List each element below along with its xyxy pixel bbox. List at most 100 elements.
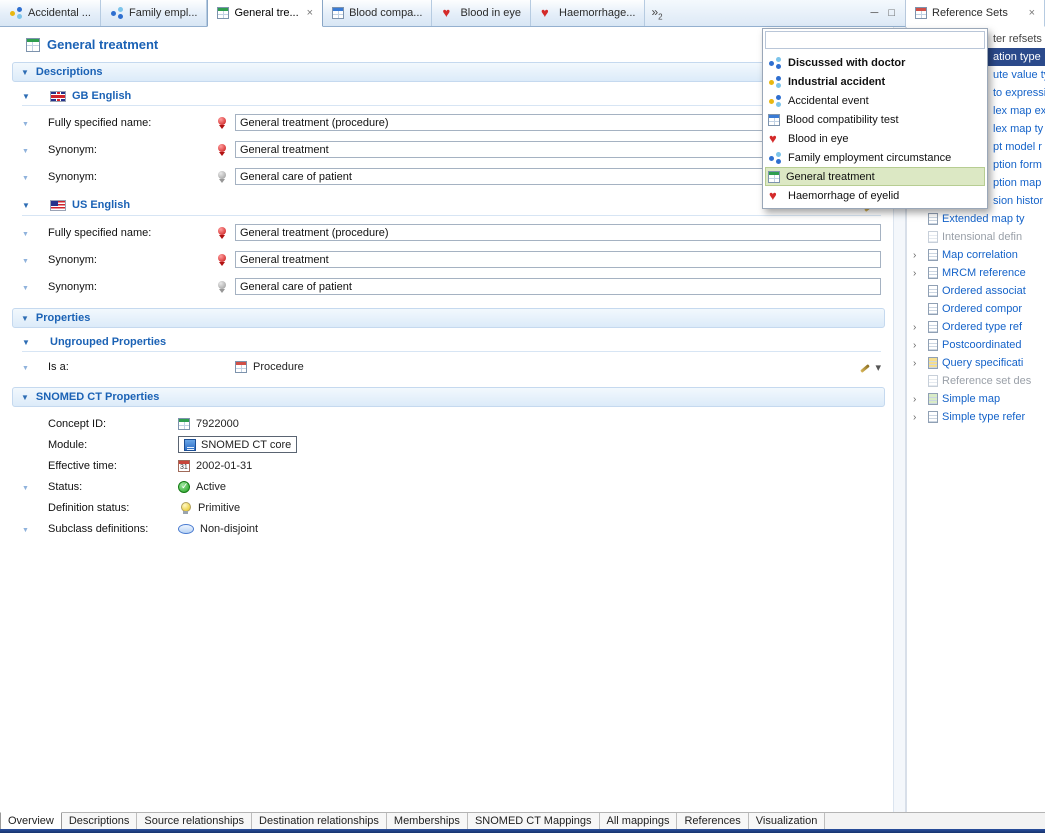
expand-chevron-icon[interactable] bbox=[913, 322, 924, 333]
tab-blood-compatibility[interactable]: Blood compa... bbox=[323, 0, 432, 26]
editor-content: General treatment Descriptions GB Englis… bbox=[0, 27, 893, 812]
property-value: SNOMED CT core bbox=[201, 439, 291, 451]
section-descriptions[interactable]: Descriptions bbox=[12, 62, 885, 82]
tab-overflow-chevron[interactable]: »2 bbox=[645, 5, 668, 21]
concept-table-icon bbox=[768, 114, 780, 126]
twistie-icon[interactable] bbox=[22, 117, 48, 129]
twistie-icon[interactable] bbox=[22, 361, 48, 373]
property-label: Definition status: bbox=[48, 502, 178, 514]
section-snomed-properties[interactable]: SNOMED CT Properties bbox=[12, 387, 885, 407]
window-bottom-strip bbox=[0, 829, 1045, 833]
refset-page-icon bbox=[928, 213, 938, 225]
section-label: Properties bbox=[36, 312, 90, 324]
concept-table-icon bbox=[235, 361, 247, 373]
refset-page-icon bbox=[928, 411, 938, 423]
collapse-icon[interactable] bbox=[21, 66, 29, 78]
property-value: 2002-01-31 bbox=[196, 460, 252, 472]
refset-item[interactable]: Map correlation bbox=[907, 246, 1045, 264]
concept-table-icon bbox=[768, 171, 780, 183]
description-input[interactable] bbox=[235, 278, 881, 295]
editor-tab-folder: Accidental ... Family empl... General tr… bbox=[0, 0, 905, 27]
tab-source-relationships[interactable]: Source relationships bbox=[137, 813, 252, 829]
collapse-icon[interactable] bbox=[22, 199, 44, 211]
language-label: GB English bbox=[72, 90, 131, 102]
close-icon[interactable]: × bbox=[307, 7, 313, 19]
tab-all-mappings[interactable]: All mappings bbox=[600, 813, 678, 829]
tab-general-treatment[interactable]: General tre... × bbox=[207, 0, 323, 27]
refset-item[interactable]: MRCM reference bbox=[907, 264, 1045, 282]
tab-reference-sets[interactable]: Reference Sets × bbox=[906, 0, 1045, 27]
edit-pencil-icon[interactable] bbox=[858, 360, 872, 374]
popup-item[interactable]: Blood in eye bbox=[765, 129, 985, 148]
popup-item[interactable]: Accidental event bbox=[765, 91, 985, 110]
tab-snomed-ct-mappings[interactable]: SNOMED CT Mappings bbox=[468, 813, 600, 829]
twistie-icon[interactable] bbox=[22, 144, 48, 156]
description-input[interactable] bbox=[235, 251, 881, 268]
refset-item[interactable]: Postcoordinated bbox=[907, 336, 1045, 354]
refset-item[interactable]: Extended map ty bbox=[907, 210, 1045, 228]
refset-item[interactable]: Ordered type ref bbox=[907, 318, 1045, 336]
concept-title-text: General treatment bbox=[47, 37, 158, 52]
description-input[interactable] bbox=[235, 224, 881, 241]
popup-item-selected[interactable]: General treatment bbox=[765, 167, 985, 186]
tab-haemorrhage[interactable]: Haemorrhage... bbox=[531, 0, 645, 26]
twistie-icon[interactable] bbox=[22, 227, 48, 239]
twistie-icon[interactable] bbox=[22, 481, 48, 493]
expand-chevron-icon[interactable] bbox=[913, 358, 924, 369]
refset-page-icon bbox=[928, 321, 938, 333]
refset-item[interactable]: Query specificati bbox=[907, 354, 1045, 372]
refset-item[interactable]: Ordered compor bbox=[907, 300, 1045, 318]
collapse-icon[interactable] bbox=[21, 391, 29, 403]
collapse-icon[interactable] bbox=[22, 336, 44, 348]
expand-chevron-icon[interactable] bbox=[913, 340, 924, 351]
expand-chevron-icon[interactable] bbox=[913, 250, 924, 261]
tab-overview[interactable]: Overview bbox=[0, 812, 62, 829]
subsection-gb-english[interactable]: GB English bbox=[22, 90, 881, 106]
popup-item[interactable]: Industrial accident bbox=[765, 72, 985, 91]
tab-references[interactable]: References bbox=[677, 813, 748, 829]
description-type-label: Synonym: bbox=[48, 254, 215, 266]
collapse-icon[interactable] bbox=[21, 312, 29, 324]
minimize-icon[interactable]: ─ bbox=[871, 7, 879, 19]
gb-flag-icon bbox=[50, 91, 66, 102]
section-properties[interactable]: Properties bbox=[12, 308, 885, 328]
tab-visualization[interactable]: Visualization bbox=[749, 813, 826, 829]
twistie-icon[interactable] bbox=[22, 523, 48, 535]
refset-item[interactable]: Simple map bbox=[907, 390, 1045, 408]
twistie-icon[interactable] bbox=[22, 171, 48, 183]
close-icon[interactable]: × bbox=[1029, 7, 1035, 19]
maximize-icon[interactable]: □ bbox=[888, 7, 895, 19]
tab-label: Reference Sets bbox=[932, 7, 1008, 19]
refset-item[interactable]: Ordered associat bbox=[907, 282, 1045, 300]
subsection-us-english[interactable]: US English bbox=[22, 198, 881, 216]
popup-item[interactable]: Blood compatibility test bbox=[765, 110, 985, 129]
popup-filter-input[interactable] bbox=[765, 31, 985, 49]
tab-memberships[interactable]: Memberships bbox=[387, 813, 468, 829]
tab-descriptions[interactable]: Descriptions bbox=[62, 813, 138, 829]
description-type-label: Synonym: bbox=[48, 144, 215, 156]
twistie-icon[interactable] bbox=[22, 281, 48, 293]
collapse-icon[interactable] bbox=[22, 90, 44, 102]
expand-chevron-icon[interactable] bbox=[913, 394, 924, 405]
refset-item[interactable]: Simple type refer bbox=[907, 408, 1045, 426]
expand-chevron-icon[interactable] bbox=[913, 268, 924, 279]
twistie-icon[interactable] bbox=[22, 254, 48, 266]
subsection-ungrouped-properties[interactable]: Ungrouped Properties bbox=[22, 336, 881, 352]
language-label: US English bbox=[72, 199, 130, 211]
tab-family-employment[interactable]: Family empl... bbox=[101, 0, 207, 26]
popup-item[interactable]: Family employment circumstance bbox=[765, 148, 985, 167]
page-title: General treatment bbox=[26, 37, 887, 52]
popup-item[interactable]: Discussed with doctor bbox=[765, 53, 985, 72]
description-type-label: Fully specified name: bbox=[48, 117, 215, 129]
tab-blood-in-eye[interactable]: Blood in eye bbox=[432, 0, 531, 26]
expand-chevron-icon[interactable] bbox=[913, 412, 924, 423]
tab-destination-relationships[interactable]: Destination relationships bbox=[252, 813, 387, 829]
property-label: Effective time: bbox=[48, 460, 178, 472]
refset-item-disabled: Intensional defin bbox=[907, 228, 1045, 246]
tab-accidental[interactable]: Accidental ... bbox=[0, 0, 101, 26]
popup-item[interactable]: Haemorrhage of eyelid bbox=[765, 186, 985, 205]
refset-item-disabled: Reference set des bbox=[907, 372, 1045, 390]
edit-relationship-control[interactable]: ▾ bbox=[858, 360, 881, 374]
module-value-box[interactable]: SNOMED CT core bbox=[178, 436, 297, 453]
dropdown-arrow-icon[interactable]: ▾ bbox=[875, 361, 881, 374]
